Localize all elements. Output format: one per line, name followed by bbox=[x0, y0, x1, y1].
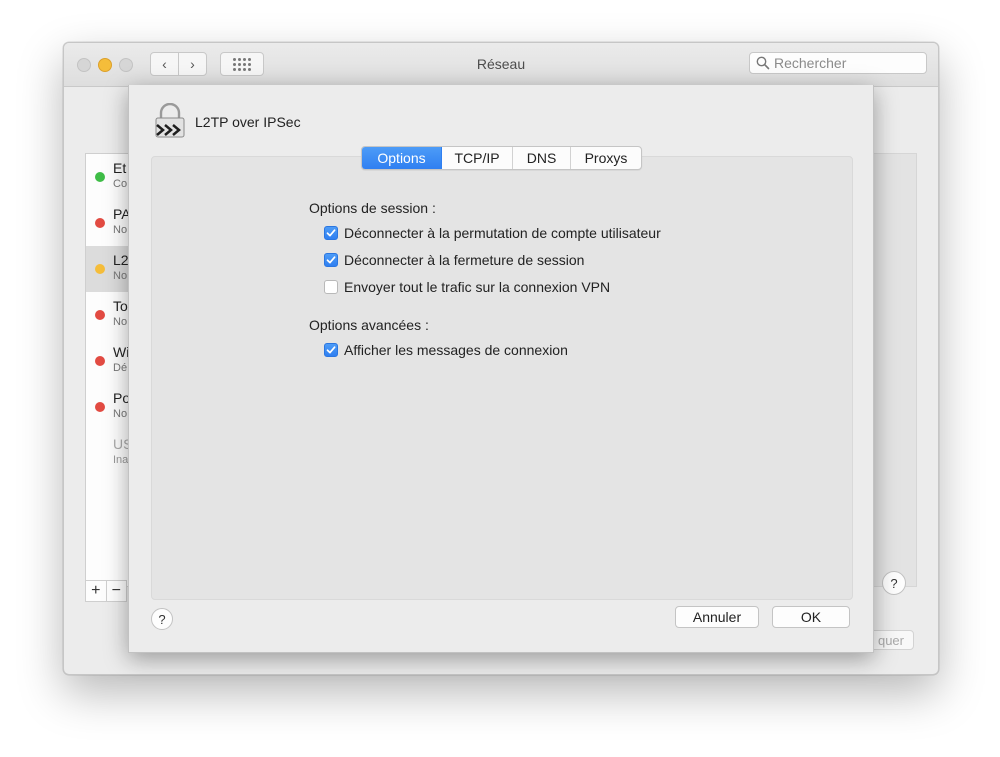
option-send-all-traffic[interactable]: Envoyer tout le trafic sur la connexion … bbox=[324, 279, 610, 295]
sheet-help-button[interactable]: ? bbox=[151, 608, 173, 630]
option-disconnect-logout[interactable]: Déconnecter à la fermeture de session bbox=[324, 252, 584, 268]
checkbox-checked[interactable] bbox=[324, 343, 338, 357]
service-name: To bbox=[113, 298, 128, 314]
sheet-title: L2TP over IPSec bbox=[195, 114, 301, 130]
status-indicator bbox=[95, 356, 105, 366]
option-show-connection-messages[interactable]: Afficher les messages de connexion bbox=[324, 342, 568, 358]
tab-proxys[interactable]: Proxys bbox=[571, 147, 641, 169]
list-controls: + − bbox=[85, 580, 127, 602]
vpn-lock-icon bbox=[155, 103, 185, 138]
service-status: Ina bbox=[113, 454, 129, 466]
ok-button[interactable]: OK bbox=[772, 606, 850, 628]
help-button[interactable]: ? bbox=[882, 571, 906, 595]
service-name: L2 bbox=[113, 252, 129, 268]
title-bar: ‹ › Réseau Rechercher bbox=[64, 43, 938, 87]
cancel-button[interactable]: Annuler bbox=[675, 606, 759, 628]
status-indicator bbox=[95, 402, 105, 412]
search-placeholder: Rechercher bbox=[774, 55, 847, 71]
status-indicator bbox=[95, 310, 105, 320]
checkmark-icon bbox=[326, 346, 336, 354]
option-label: Envoyer tout le trafic sur la connexion … bbox=[344, 279, 611, 295]
search-icon bbox=[756, 56, 770, 70]
service-status: Co bbox=[113, 178, 128, 190]
checkbox-unchecked[interactable] bbox=[324, 280, 338, 294]
session-options-label: Options de session : bbox=[309, 200, 436, 216]
service-status: No bbox=[113, 316, 128, 328]
checkmark-icon bbox=[326, 229, 336, 237]
tab-tcpip[interactable]: TCP/IP bbox=[442, 147, 513, 169]
add-service-button[interactable]: + bbox=[86, 581, 107, 601]
service-status: No bbox=[113, 408, 128, 420]
checkbox-checked[interactable] bbox=[324, 253, 338, 267]
status-indicator bbox=[95, 218, 105, 228]
tab-content-panel: Options de session : Déconnecter à la pe… bbox=[151, 156, 853, 600]
service-name: Wi bbox=[113, 344, 130, 360]
status-indicator bbox=[95, 172, 105, 182]
service-status: Dé bbox=[113, 362, 128, 374]
search-field[interactable]: Rechercher bbox=[749, 52, 927, 74]
tab-bar: Options TCP/IP DNS Proxys bbox=[361, 146, 642, 170]
option-label: Afficher les messages de connexion bbox=[344, 342, 568, 358]
service-status: No bbox=[113, 224, 128, 236]
tab-options[interactable]: Options bbox=[362, 147, 442, 169]
detail-panel bbox=[874, 153, 917, 587]
option-disconnect-user-switch[interactable]: Déconnecter à la permutation de compte u… bbox=[324, 225, 661, 241]
vpn-options-sheet: L2TP over IPSec Options de session : Déc… bbox=[128, 85, 874, 653]
service-name: Et bbox=[113, 160, 127, 176]
option-label: Déconnecter à la fermeture de session bbox=[344, 252, 585, 268]
service-status: No bbox=[113, 270, 128, 282]
option-label: Déconnecter à la permutation de compte u… bbox=[344, 225, 661, 241]
checkbox-checked[interactable] bbox=[324, 226, 338, 240]
remove-service-button[interactable]: − bbox=[107, 581, 127, 601]
advanced-options-label: Options avancées : bbox=[309, 317, 429, 333]
checkmark-icon bbox=[326, 256, 336, 264]
status-indicator bbox=[95, 264, 105, 274]
tab-dns[interactable]: DNS bbox=[513, 147, 571, 169]
